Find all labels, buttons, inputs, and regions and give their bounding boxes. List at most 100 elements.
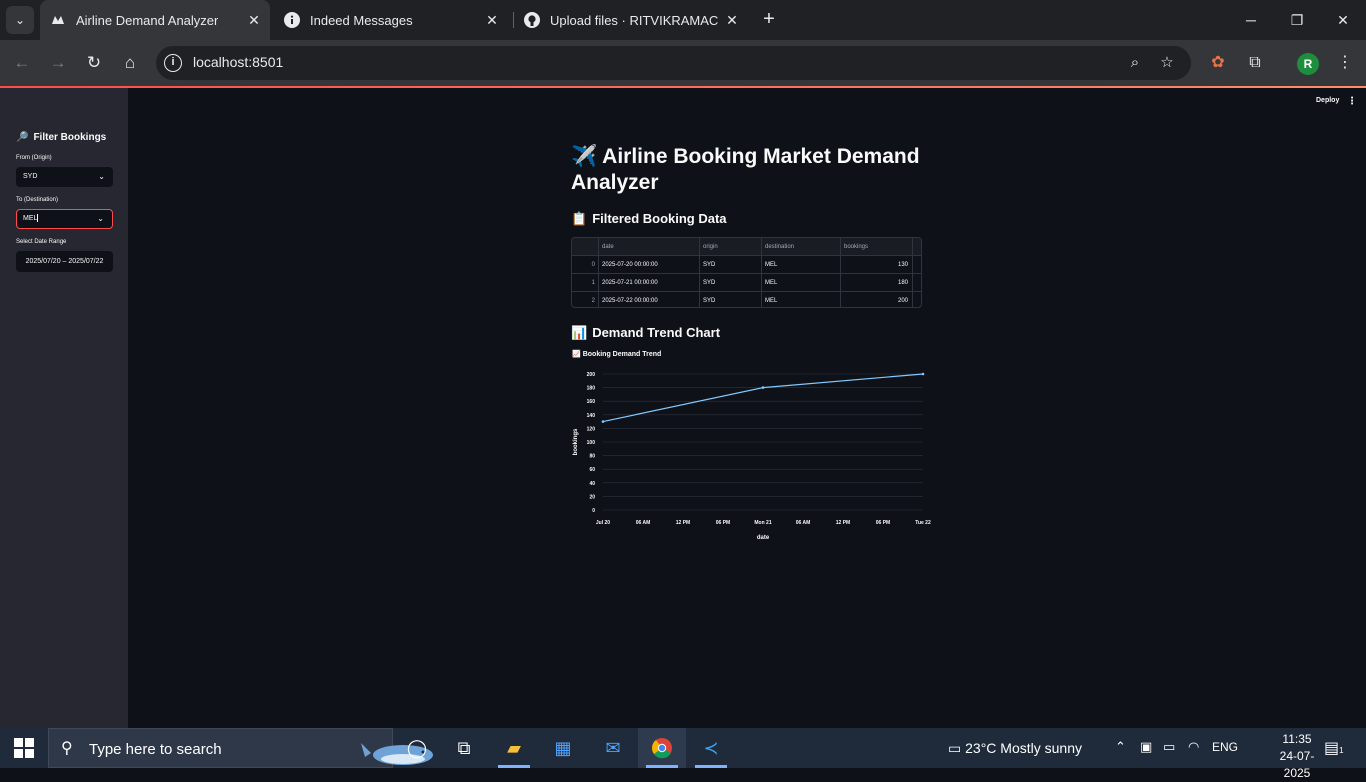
windows-start-icon[interactable]: [14, 738, 34, 758]
tab-upload-files[interactable]: Upload files · RITVIKRAMACHAN ✕: [514, 0, 748, 40]
cell-bookings[interactable]: 130: [841, 256, 913, 274]
close-icon[interactable]: ✕: [724, 12, 740, 28]
data-point: [921, 372, 925, 376]
notification-center-icon[interactable]: ▤1: [1324, 738, 1344, 758]
cell-bookings[interactable]: 200: [841, 292, 913, 307]
browser-toolbar: ← → ↻ ⌂ i localhost:8501 ⌕ ☆ ✿ ⧉ ⋮: [0, 40, 1366, 86]
new-tab-button[interactable]: +: [758, 8, 780, 30]
cortana-icon[interactable]: ◯: [393, 728, 441, 768]
github-icon: [524, 12, 540, 28]
destination-select[interactable]: MEL ⌄: [16, 209, 113, 229]
y-tick-label: 200: [587, 372, 596, 378]
origin-label: From (Origin): [16, 155, 52, 161]
app-menu-icon[interactable]: ⋮: [1347, 96, 1357, 107]
tab-indeed-messages[interactable]: Indeed Messages ✕: [274, 0, 508, 40]
cell-bookings[interactable]: 180: [841, 274, 913, 292]
y-tick-label: 120: [587, 426, 596, 432]
language-indicator[interactable]: ENG: [1212, 740, 1238, 754]
taskbar-search-box[interactable]: ⚲ Type here to search: [48, 728, 433, 768]
cell-date[interactable]: 2025-07-20 00:00:00: [599, 256, 700, 274]
meet-now-icon[interactable]: ▣: [1140, 739, 1152, 755]
forward-arrow-icon[interactable]: →: [46, 51, 70, 75]
y-tick-label: 180: [587, 386, 596, 392]
cell-destination[interactable]: MEL: [762, 256, 841, 274]
file-explorer-icon[interactable]: ▰: [490, 728, 538, 768]
destination-value: MEL: [23, 215, 38, 222]
cell-origin[interactable]: SYD: [700, 256, 762, 274]
x-tick-label: Mon 21: [754, 520, 771, 526]
system-clock[interactable]: 11:35 24-07-2025: [1276, 731, 1318, 782]
cell-origin[interactable]: SYD: [700, 274, 762, 292]
reload-icon[interactable]: ↻: [82, 51, 106, 75]
restore-icon[interactable]: ❐: [1274, 0, 1320, 40]
demand-trend-chart[interactable]: 0 20 40 60 80 100 120 140 160 180 200 Jul 20 06 AM 12…: [565, 362, 935, 548]
wifi-icon[interactable]: ◠: [1188, 739, 1199, 755]
y-tick-label: 140: [587, 413, 596, 419]
y-tick-label: 20: [589, 494, 595, 500]
date-range-input[interactable]: 2025/07/20 – 2025/07/22: [16, 251, 113, 272]
minimize-icon[interactable]: ─: [1228, 0, 1274, 40]
tab-search-button[interactable]: ⌄: [6, 6, 34, 34]
site-info-icon[interactable]: i: [164, 54, 182, 72]
airplane-icon: ✈️: [571, 145, 598, 168]
cell-origin[interactable]: SYD: [700, 292, 762, 307]
deploy-button[interactable]: Deploy: [1316, 97, 1339, 104]
row-index: 1: [572, 274, 599, 292]
close-window-icon[interactable]: ✕: [1320, 0, 1366, 40]
x-tick-label: Tue 22: [915, 520, 931, 526]
y-axis-title: bookings: [573, 428, 579, 455]
header-cell-date[interactable]: date: [599, 238, 700, 256]
booking-data-table[interactable]: date origin destination bookings 0 2025-…: [571, 237, 922, 308]
magnifier-icon: 🔎: [16, 132, 29, 143]
page-title: ✈️ Airline Booking Market Demand Analyzer: [571, 144, 931, 196]
address-bar[interactable]: i localhost:8501 ⌕ ☆: [156, 46, 1191, 80]
cell-destination[interactable]: MEL: [762, 274, 841, 292]
x-tick-label: 06 AM: [796, 520, 811, 526]
tray-chevron-up-icon[interactable]: ⌃: [1115, 739, 1126, 755]
cell-date[interactable]: 2025-07-21 00:00:00: [599, 274, 700, 292]
row-index: 2: [572, 292, 599, 307]
chrome-menu-icon[interactable]: ⋮: [1333, 51, 1357, 75]
zoom-icon[interactable]: ⌕: [1125, 53, 1145, 73]
bar-chart-icon: 📊: [571, 325, 588, 340]
home-icon[interactable]: ⌂: [118, 51, 142, 75]
browser-tab-strip: ⌄ Airline Demand Analyzer ✕ Indeed Messa…: [0, 0, 1366, 40]
back-arrow-icon[interactable]: ←: [10, 51, 34, 75]
url-text[interactable]: localhost:8501: [193, 54, 283, 70]
y-tick-label: 160: [587, 399, 596, 405]
close-icon[interactable]: ✕: [246, 12, 262, 28]
close-icon[interactable]: ✕: [484, 12, 500, 28]
y-tick-label: 40: [589, 481, 595, 487]
y-tick-label: 100: [587, 440, 596, 446]
origin-select[interactable]: SYD ⌄: [16, 167, 113, 187]
page-title-text: Airline Booking Market Demand Analyzer: [571, 145, 920, 194]
weather-widget[interactable]: ▭ 23°C Mostly sunny: [948, 740, 1082, 757]
header-cell-destination[interactable]: destination: [762, 238, 841, 256]
table-row[interactable]: 0 2025-07-20 00:00:00 SYD MEL 130: [572, 256, 921, 274]
extensions-puzzle-icon[interactable]: ⧉: [1243, 51, 1267, 75]
chrome-icon[interactable]: [638, 728, 686, 768]
mail-icon[interactable]: ✉: [589, 728, 637, 768]
table-row[interactable]: 1 2025-07-21 00:00:00 SYD MEL 180: [572, 274, 921, 292]
header-cell-origin[interactable]: origin: [700, 238, 762, 256]
cell-date[interactable]: 2025-07-22 00:00:00: [599, 292, 700, 307]
tab-airline-demand-analyzer[interactable]: Airline Demand Analyzer ✕: [40, 0, 270, 40]
profile-avatar[interactable]: R: [1297, 53, 1319, 75]
task-view-icon[interactable]: ⧉: [440, 728, 488, 768]
chart-subtitle-text: Booking Demand Trend: [582, 351, 662, 358]
clock-date: 24-07-2025: [1279, 749, 1315, 780]
vscode-icon[interactable]: ≺: [687, 728, 735, 768]
header-cell-bookings[interactable]: bookings: [841, 238, 913, 256]
bookmark-star-icon[interactable]: ☆: [1157, 53, 1177, 73]
cell-destination[interactable]: MEL: [762, 292, 841, 307]
y-tick-label: 80: [589, 454, 595, 460]
sidebar-title: 🔎 Filter Bookings: [16, 132, 106, 143]
extension-fox-icon[interactable]: ✿: [1206, 51, 1230, 75]
search-icon: ⚲: [61, 740, 73, 757]
chevron-down-icon: ⌄: [98, 172, 105, 181]
microsoft-store-icon[interactable]: ▦: [539, 728, 587, 768]
table-heading-text: Filtered Booking Data: [592, 211, 727, 226]
row-index: 0: [572, 256, 599, 274]
battery-icon[interactable]: ▭: [1163, 739, 1175, 755]
table-row[interactable]: 2 2025-07-22 00:00:00 SYD MEL 200: [572, 292, 921, 307]
